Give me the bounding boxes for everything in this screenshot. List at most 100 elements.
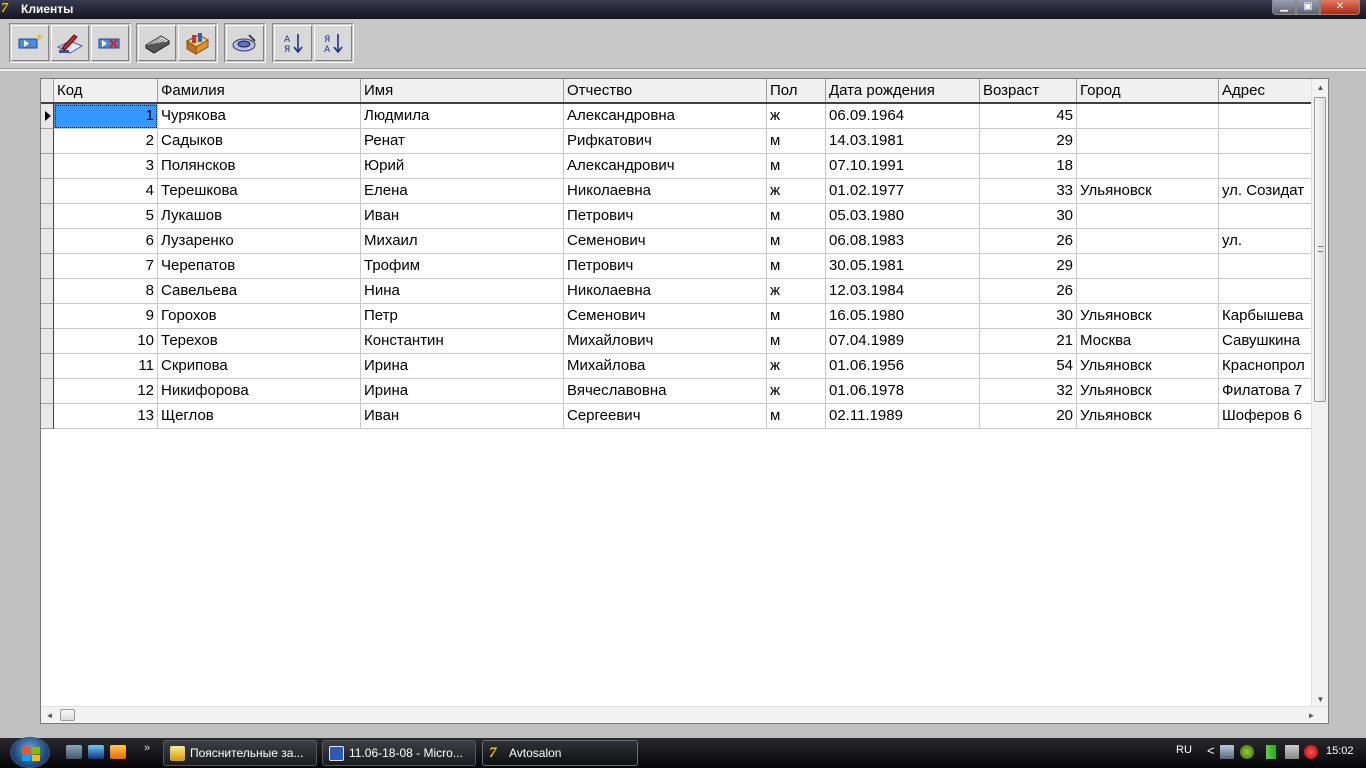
cell-pol[interactable]: ж: [767, 354, 826, 379]
cell-city[interactable]: Москва: [1077, 329, 1219, 354]
cell-familiya[interactable]: Савельева: [158, 279, 361, 304]
cell-familiya[interactable]: Скрипова: [158, 354, 361, 379]
cell-otchestvo[interactable]: Александровна: [564, 104, 767, 129]
cell-otchestvo[interactable]: Михайлова: [564, 354, 767, 379]
network-icon[interactable]: [1240, 745, 1254, 759]
cell-address[interactable]: [1219, 154, 1314, 179]
cell-age[interactable]: 26: [980, 229, 1077, 254]
cell-city[interactable]: [1077, 279, 1219, 304]
cell-city[interactable]: Ульяновск: [1077, 379, 1219, 404]
cell-otchestvo[interactable]: Николаевна: [564, 179, 767, 204]
vertical-scroll-thumb[interactable]: [1314, 97, 1326, 402]
table-row[interactable]: 8 Савельева Нина Николаевна ж 12.03.1984 26: [41, 279, 1314, 304]
show-hidden-icons-icon[interactable]: <: [1207, 743, 1215, 758]
table-row[interactable]: 1 Чурякова Людмила Александровна ж 06.09.1964…: [41, 104, 1314, 129]
cell-familiya[interactable]: Чурякова: [158, 104, 361, 129]
cell-otchestvo[interactable]: Петрович: [564, 254, 767, 279]
cell-imya[interactable]: Константин: [361, 329, 564, 354]
cell-otchestvo[interactable]: Рифкатович: [564, 129, 767, 154]
cell-pol[interactable]: м: [767, 129, 826, 154]
cell-address[interactable]: [1219, 279, 1314, 304]
cell-birthdate[interactable]: 07.04.1989: [826, 329, 980, 354]
media-player-icon[interactable]: [110, 745, 126, 759]
cell-familiya[interactable]: Лузаренко: [158, 229, 361, 254]
cell-imya[interactable]: Юрий: [361, 154, 564, 179]
quicklaunch-more-icon[interactable]: »: [144, 742, 150, 754]
cell-address[interactable]: Савушкина: [1219, 329, 1314, 354]
add-record-button[interactable]: ✶: [11, 25, 49, 61]
table-row[interactable]: 13 Щеглов Иван Сергеевич м 02.11.1989 20 Ульяно…: [41, 404, 1314, 429]
vertical-scrollbar[interactable]: ▲ ▼: [1311, 79, 1328, 708]
table-row[interactable]: 7 Черепатов Трофим Петрович м 30.05.1981 29: [41, 254, 1314, 279]
cell-address[interactable]: Шоферов 6: [1219, 404, 1314, 429]
table-row[interactable]: 4 Терешкова Елена Николаевна ж 01.02.1977 33 Ул…: [41, 179, 1314, 204]
table-row[interactable]: 11 Скрипова Ирина Михайлова ж 01.06.1956 54 Уль…: [41, 354, 1314, 379]
cell-age[interactable]: 18: [980, 154, 1077, 179]
cell-age[interactable]: 30: [980, 304, 1077, 329]
cell-birthdate[interactable]: 14.03.1981: [826, 129, 980, 154]
cell-birthdate[interactable]: 02.11.1989: [826, 404, 980, 429]
volume-muted-icon[interactable]: [1304, 745, 1318, 759]
start-button[interactable]: [10, 737, 50, 768]
table-row[interactable]: 9 Горохов Петр Семенович м 16.05.1980 30 Ульяно…: [41, 304, 1314, 329]
cell-address[interactable]: Краснопрол: [1219, 354, 1314, 379]
cell-imya[interactable]: Петр: [361, 304, 564, 329]
search-button[interactable]: [226, 25, 264, 61]
cell-address[interactable]: Карбышева: [1219, 304, 1314, 329]
cell-address[interactable]: [1219, 254, 1314, 279]
table-row[interactable]: 10 Терехов Константин Михайлович м 07.04.1989…: [41, 329, 1314, 354]
column-header-address[interactable]: Адрес: [1219, 79, 1314, 102]
clients-grid[interactable]: Код Фамилия Имя Отчество Пол Дата рожден…: [40, 78, 1329, 724]
cell-pol[interactable]: м: [767, 404, 826, 429]
battery-icon[interactable]: [1266, 745, 1276, 759]
cell-pol[interactable]: м: [767, 329, 826, 354]
cell-kod[interactable]: 13: [54, 404, 158, 429]
cell-city[interactable]: Ульяновск: [1077, 354, 1219, 379]
cell-imya[interactable]: Нина: [361, 279, 564, 304]
cell-address[interactable]: ул. Созидат: [1219, 179, 1314, 204]
cell-pol[interactable]: м: [767, 304, 826, 329]
cell-pol[interactable]: ж: [767, 279, 826, 304]
display-icon[interactable]: [1220, 745, 1234, 759]
print-button[interactable]: [138, 25, 176, 61]
edit-record-button[interactable]: [51, 25, 89, 61]
cell-kod[interactable]: 10: [54, 329, 158, 354]
table-row[interactable]: 2 Садыков Ренат Рифкатович м 14.03.1981 29: [41, 129, 1314, 154]
cell-pol[interactable]: ж: [767, 179, 826, 204]
cell-city[interactable]: [1077, 154, 1219, 179]
cell-birthdate[interactable]: 07.10.1991: [826, 154, 980, 179]
cell-birthdate[interactable]: 30.05.1981: [826, 254, 980, 279]
cell-familiya[interactable]: Терехов: [158, 329, 361, 354]
cell-kod[interactable]: 5: [54, 204, 158, 229]
cell-familiya[interactable]: Черепатов: [158, 254, 361, 279]
cell-otchestvo[interactable]: Семенович: [564, 229, 767, 254]
cell-pol[interactable]: ж: [767, 104, 826, 129]
sort-descending-button[interactable]: Я А: [314, 25, 352, 61]
cell-pol[interactable]: ж: [767, 379, 826, 404]
column-header-age[interactable]: Возраст: [980, 79, 1077, 102]
cell-kod[interactable]: 1: [54, 104, 158, 129]
column-header-birthdate[interactable]: Дата рождения: [826, 79, 980, 102]
sort-ascending-button[interactable]: А Я: [274, 25, 312, 61]
table-row[interactable]: 6 Лузаренко Михаил Семенович м 06.08.1983 26 ул…: [41, 229, 1314, 254]
clock[interactable]: 15:02: [1326, 745, 1354, 757]
cell-city[interactable]: [1077, 254, 1219, 279]
show-desktop-icon[interactable]: [66, 745, 82, 759]
cell-kod[interactable]: 3: [54, 154, 158, 179]
scroll-right-arrow-icon[interactable]: ►: [1303, 707, 1320, 723]
cell-age[interactable]: 29: [980, 254, 1077, 279]
cell-city[interactable]: Ульяновск: [1077, 179, 1219, 204]
cell-address[interactable]: ул.: [1219, 229, 1314, 254]
close-button[interactable]: ✕: [1320, 0, 1360, 15]
cell-otchestvo[interactable]: Николаевна: [564, 279, 767, 304]
column-header-kod[interactable]: Код: [54, 79, 158, 102]
cell-birthdate[interactable]: 01.06.1956: [826, 354, 980, 379]
cell-kod[interactable]: 8: [54, 279, 158, 304]
column-header-otchestvo[interactable]: Отчество: [564, 79, 767, 102]
cell-kod[interactable]: 4: [54, 179, 158, 204]
taskbar-item-explanatory[interactable]: Пояснительные за...: [163, 740, 317, 766]
cell-kod[interactable]: 12: [54, 379, 158, 404]
cell-city[interactable]: Ульяновск: [1077, 404, 1219, 429]
cell-address[interactable]: [1219, 204, 1314, 229]
cell-familiya[interactable]: Горохов: [158, 304, 361, 329]
